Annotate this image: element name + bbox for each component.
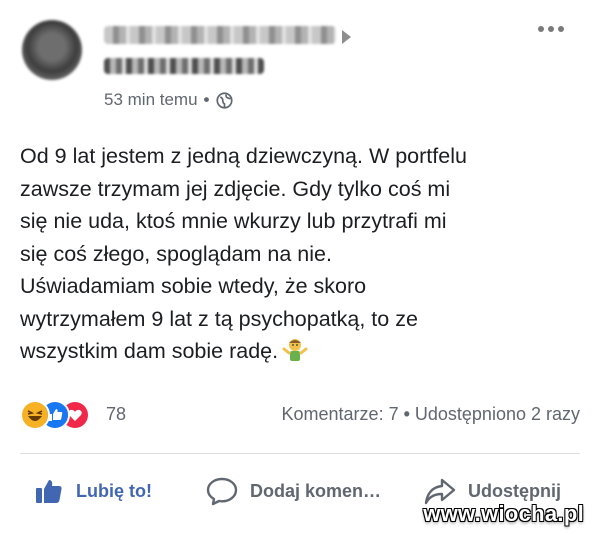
like-label: Lubię to! <box>76 480 152 501</box>
post-text: Od 9 lat jestem z jedną dziewczyną. W po… <box>20 144 467 363</box>
author-subline[interactable] <box>104 58 264 74</box>
post-time[interactable]: 53 min temu <box>104 90 198 110</box>
author-name[interactable] <box>104 26 336 44</box>
comment-label: Dodaj komen… <box>250 480 382 501</box>
more-options-icon[interactable] <box>536 20 566 36</box>
globe-icon[interactable] <box>215 91 233 109</box>
haha-icon <box>20 400 50 430</box>
like-button[interactable]: Lubię to! <box>34 466 152 516</box>
shares-count[interactable]: Udostępniono 2 razy <box>415 404 580 424</box>
comment-bubble-icon <box>206 477 238 506</box>
thumbs-up-icon <box>36 480 62 503</box>
post-meta: 53 min temu • <box>104 88 233 112</box>
comments-count[interactable]: Komentarze: 7 <box>282 404 399 424</box>
divider <box>20 453 580 454</box>
author-avatar[interactable] <box>22 20 82 80</box>
post-body: Od 9 lat jestem z jedną dziewczyną. W po… <box>20 140 590 368</box>
watermark: www.wiocha.pl <box>423 501 584 526</box>
stats-separator: • <box>403 404 410 424</box>
arrow-right-icon <box>342 30 351 44</box>
meta-separator: • <box>203 90 210 109</box>
post-header: 53 min temu • <box>0 0 600 120</box>
engagement-summary: Komentarze: 7 • Udostępniono 2 razy <box>282 404 580 425</box>
comment-button[interactable]: Dodaj komen… <box>206 466 381 516</box>
reaction-icons[interactable] <box>20 400 102 430</box>
person-shrugging-icon <box>282 339 308 361</box>
reaction-count[interactable]: 78 <box>106 404 126 425</box>
share-label: Udostępnij <box>468 480 561 501</box>
post-stats: 78 Komentarze: 7 • Udostępniono 2 razy <box>0 398 600 432</box>
